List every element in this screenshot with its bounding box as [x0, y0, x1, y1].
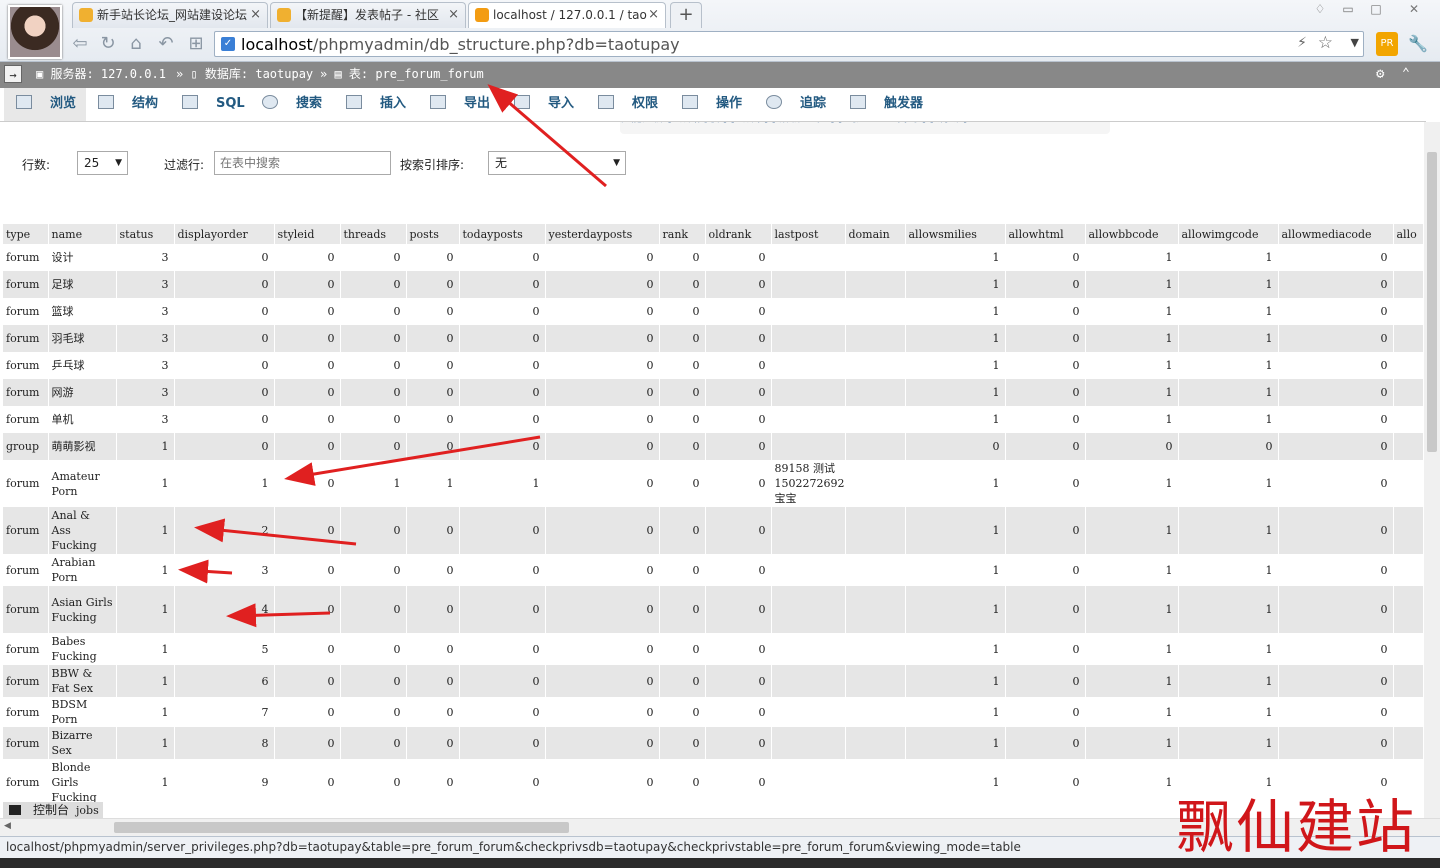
arrow-to-row-asian [226, 603, 331, 628]
annotation-arrows [178, 84, 607, 628]
arrow-to-row-arabian [178, 559, 233, 584]
arrow-to-table-name [487, 84, 607, 188]
arrow-to-row-amateur [284, 435, 541, 486]
arrow-to-row-anal [194, 518, 357, 546]
